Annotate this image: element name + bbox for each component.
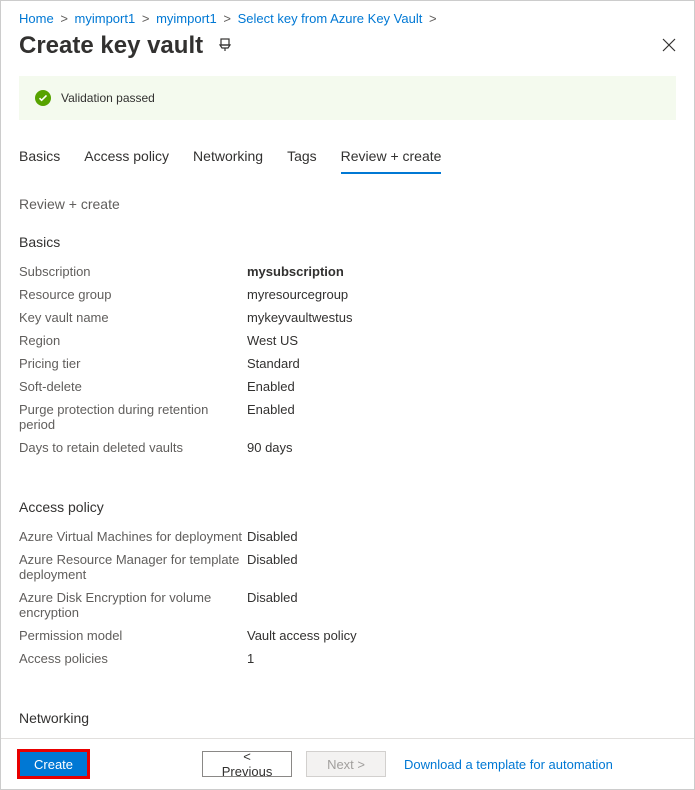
breadcrumb-item[interactable]: myimport1 [75,11,136,26]
kv-label: Azure Resource Manager for template depl… [19,552,247,582]
kv-row: Purge protection during retention period… [19,398,676,436]
group-heading-networking: Networking [19,710,676,726]
pin-icon[interactable] [217,37,233,56]
tab-networking[interactable]: Networking [193,140,263,174]
validation-message: Validation passed [61,91,155,105]
kv-label: Subscription [19,264,247,279]
kv-row: Azure Disk Encryption for volume encrypt… [19,586,676,624]
kv-value: mykeyvaultwestus [247,310,352,325]
kv-value: Enabled [247,379,295,394]
tab-review-create[interactable]: Review + create [341,140,442,174]
kv-row: RegionWest US [19,329,676,352]
check-circle-icon [35,90,51,106]
next-button: Next > [306,751,386,777]
kv-value: Disabled [247,590,298,620]
kv-label: Azure Virtual Machines for deployment [19,529,247,544]
kv-row: Pricing tierStandard [19,352,676,375]
kv-row: Key vault namemykeyvaultwestus [19,306,676,329]
chevron-right-icon: > [60,11,68,26]
breadcrumb-item[interactable]: Home [19,11,54,26]
breadcrumb-item[interactable]: myimport1 [156,11,217,26]
group-heading-access: Access policy [19,499,676,515]
kv-value: myresourcegroup [247,287,348,302]
tab-access-policy[interactable]: Access policy [84,140,169,174]
kv-label: Key vault name [19,310,247,325]
kv-value: 1 [247,651,254,666]
chevron-right-icon: > [429,11,437,26]
chevron-right-icon: > [223,11,231,26]
kv-value: Vault access policy [247,628,357,643]
kv-row: Subscriptionmysubscription [19,260,676,283]
kv-label: Purge protection during retention period [19,402,247,432]
kv-label: Permission model [19,628,247,643]
kv-label: Pricing tier [19,356,247,371]
kv-row: Azure Resource Manager for template depl… [19,548,676,586]
kv-value: 90 days [247,440,293,455]
kv-row: Azure Virtual Machines for deploymentDis… [19,525,676,548]
close-icon[interactable] [662,38,676,55]
create-button[interactable]: Create [19,751,88,777]
kv-value: mysubscription [247,264,344,279]
kv-value: Disabled [247,529,298,544]
tab-basics[interactable]: Basics [19,140,60,174]
kv-label: Region [19,333,247,348]
kv-value: Enabled [247,402,295,432]
chevron-right-icon: > [142,11,150,26]
kv-value: West US [247,333,298,348]
kv-value: Disabled [247,552,298,582]
group-heading-basics: Basics [19,234,676,250]
tabs: Basics Access policy Networking Tags Rev… [19,140,676,174]
kv-label: Soft-delete [19,379,247,394]
breadcrumb-item[interactable]: Select key from Azure Key Vault [238,11,423,26]
footer: Create < Previous Next > Download a temp… [1,738,694,789]
kv-label: Access policies [19,651,247,666]
previous-button[interactable]: < Previous [202,751,292,777]
validation-banner: Validation passed [19,76,676,120]
download-template-link[interactable]: Download a template for automation [404,757,613,772]
kv-row: Access policies1 [19,647,676,670]
kv-value: Standard [247,356,300,371]
kv-label: Resource group [19,287,247,302]
kv-row: Days to retain deleted vaults90 days [19,436,676,459]
kv-label: Days to retain deleted vaults [19,440,247,455]
section-heading: Review + create [19,196,676,212]
kv-row: Permission modelVault access policy [19,624,676,647]
tab-tags[interactable]: Tags [287,140,317,174]
kv-label: Azure Disk Encryption for volume encrypt… [19,590,247,620]
page-title: Create key vault [19,32,203,60]
breadcrumb: Home > myimport1 > myimport1 > Select ke… [1,1,694,30]
kv-row: Resource groupmyresourcegroup [19,283,676,306]
kv-row: Soft-deleteEnabled [19,375,676,398]
